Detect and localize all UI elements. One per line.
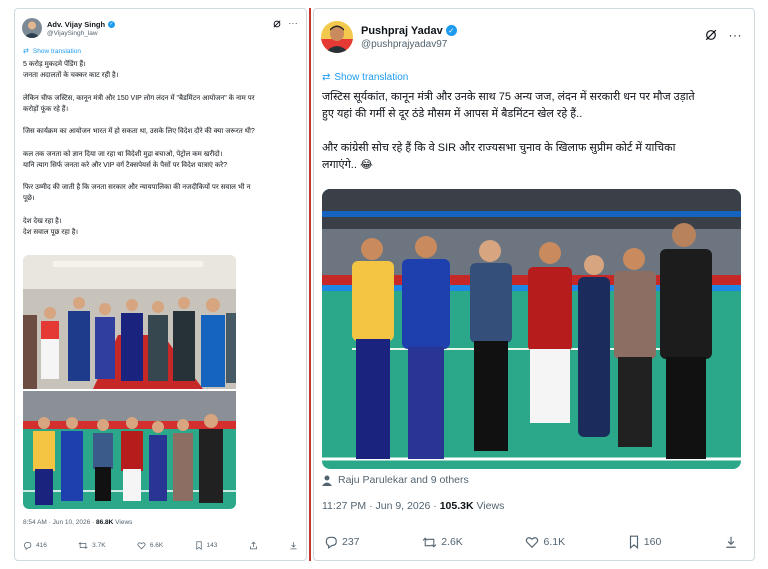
left-views-label: Views	[113, 519, 133, 526]
tagged-people-label: Raju Parulekar and 9 others	[338, 474, 469, 486]
retweet-button[interactable]: 3.7K	[78, 541, 106, 550]
right-tweet-text: जस्टिस सूर्यकांत, कानून मंत्री और उनके स…	[322, 89, 695, 174]
right-tweet-time[interactable]: 11:27 PM · Jun 9, 2026 ·	[322, 500, 440, 512]
bookmark-icon	[195, 541, 202, 550]
left-author-avatar[interactable]	[22, 18, 42, 38]
more-icon[interactable]: ···	[729, 29, 743, 41]
left-tweet-meta: 8:54 AM · Jun 10, 2026 · 86.8K Views	[23, 519, 132, 526]
like-icon	[137, 542, 146, 550]
reply-count: 237	[342, 536, 360, 548]
right-header-icons: ···	[705, 29, 743, 41]
like-icon	[526, 537, 539, 549]
tweet-line: देश देख रहा है।	[23, 217, 62, 225]
tweet-line	[23, 137, 255, 148]
more-icon[interactable]: ···	[289, 20, 299, 28]
tweet-line	[23, 115, 255, 126]
reply-icon	[24, 542, 32, 550]
right-show-translation[interactable]: ⇄ Show translation	[322, 72, 408, 83]
left-photo-1[interactable]	[23, 255, 236, 389]
right-views-label: Views	[473, 500, 505, 512]
like-button[interactable]: 6.1K	[525, 535, 565, 549]
tweet-line: फिर उम्मीद की जाती है कि जनता सरकार और न…	[23, 184, 251, 192]
right-action-bar: 237 2.6K 6.1K 160	[324, 535, 738, 549]
grok-icon[interactable]	[705, 29, 717, 41]
tweet-line: और कांग्रेसी सोच रहे हैं कि वे SIR और रा…	[322, 142, 676, 154]
retweet-count: 2.6K	[441, 536, 463, 548]
bookmark-button[interactable]: 160	[628, 535, 662, 549]
tweet-line: यानि त्याग सिर्फ जनता करे और VIP वर्ग टै…	[23, 161, 227, 169]
verified-badge-icon: ✓	[108, 20, 116, 28]
tagged-people[interactable]: Raju Parulekar and 9 others	[322, 474, 469, 486]
bookmark-button[interactable]: 143	[195, 541, 218, 550]
retweet-count: 3.7K	[92, 542, 106, 549]
retweet-button[interactable]: 2.6K	[422, 536, 463, 549]
right-photo[interactable]	[322, 189, 741, 469]
right-show-translation-label: Show translation	[334, 72, 409, 83]
red-divider-line	[309, 8, 311, 561]
tweet-line	[322, 123, 695, 140]
translate-icon: ⇄	[23, 48, 29, 55]
right-views-count: 105.3K	[439, 500, 474, 512]
left-tweet-time[interactable]: 8:54 AM · Jun 10, 2026 ·	[23, 519, 96, 526]
reply-button[interactable]: 237	[324, 535, 360, 549]
tweet-line: पूछे।	[23, 195, 35, 203]
person-tag-icon	[322, 475, 332, 486]
translate-icon: ⇄	[322, 72, 331, 83]
reply-button[interactable]: 416	[23, 541, 47, 550]
left-show-translation-label: Show translation	[32, 47, 81, 55]
tweet-line	[23, 171, 255, 182]
left-show-translation[interactable]: ⇄ Show translation	[23, 47, 81, 56]
share-button[interactable]	[249, 541, 258, 550]
bookmark-count: 160	[643, 536, 662, 548]
like-count: 6.1K	[543, 536, 566, 548]
tweet-line	[23, 205, 255, 216]
tweet-line: कल तक जनता को ज्ञान दिया जा रहा था विदेश…	[23, 150, 223, 158]
download-button[interactable]	[289, 541, 298, 550]
tweet-line	[23, 81, 255, 92]
retweet-icon	[422, 536, 437, 548]
download-icon	[290, 542, 297, 550]
download-button[interactable]	[724, 535, 738, 549]
share-icon	[249, 541, 257, 550]
left-tweet-header: Adv. Vijay Singh ✓ @VijaySingh_law	[22, 18, 116, 38]
left-author-name[interactable]: Adv. Vijay Singh	[47, 20, 105, 29]
like-button[interactable]: 6.6K	[137, 541, 163, 550]
right-tweet-header: Pushpraj Yadav ✓ @pushprajyadav97	[321, 21, 457, 53]
grok-icon[interactable]	[272, 20, 281, 28]
left-views-count: 86.8K	[96, 519, 114, 526]
reply-count: 416	[36, 542, 47, 549]
right-author-name[interactable]: Pushpraj Yadav	[361, 25, 443, 37]
tweet-line: लेकिन चीफ जस्टिस, कानून मंत्री और 150 VI…	[23, 94, 255, 102]
tweet-line: देश सवाल पूछ रहा है।	[23, 229, 79, 237]
tweet-line: जनता अदालतों के चक्कर काट रही है।	[23, 72, 119, 80]
tweet-line: करोड़ों फूंक रहे हैं।	[23, 105, 69, 113]
right-author-avatar[interactable]	[321, 21, 353, 53]
left-tweet-card: Adv. Vijay Singh ✓ @VijaySingh_law ··· ⇄…	[14, 8, 307, 561]
left-photo-2[interactable]	[23, 391, 236, 509]
retweet-icon	[78, 542, 88, 549]
bookmark-count: 143	[206, 542, 218, 549]
reply-icon	[325, 536, 337, 549]
right-author-handle[interactable]: @pushprajyadav97	[361, 39, 457, 50]
like-count: 6.6K	[149, 542, 164, 549]
left-author-handle[interactable]: @VijaySingh_law	[47, 30, 115, 37]
tweet-line: हुए यहां की गर्मी से दूर ठंडे मौसम में आ…	[322, 108, 583, 120]
tweet-line: लगाएंगे.. 😂	[322, 159, 373, 171]
tweet-line: जस्टिस सूर्यकांत, कानून मंत्री और उनके स…	[322, 91, 695, 103]
tweet-line: 5 करोड़ मुकदमे पेंडिंग हैं।	[23, 61, 86, 68]
left-action-bar: 416 3.7K 6.6K 143	[23, 541, 298, 550]
bookmark-icon	[629, 535, 638, 549]
tweet-line: जिस कार्यक्रम का आयोजन भारत में हो सकता …	[23, 128, 255, 136]
left-header-icons: ···	[272, 20, 299, 28]
right-tweet-card: Pushpraj Yadav ✓ @pushprajyadav97 ··· ⇄ …	[313, 8, 755, 561]
right-tweet-meta: 11:27 PM · Jun 9, 2026 · 105.3K Views	[322, 500, 504, 512]
left-tweet-text: 5 करोड़ मुकदमे पेंडिंग हैं। जनता अदालतों…	[23, 59, 255, 238]
verified-badge-icon: ✓	[445, 25, 457, 36]
download-icon	[726, 536, 736, 548]
